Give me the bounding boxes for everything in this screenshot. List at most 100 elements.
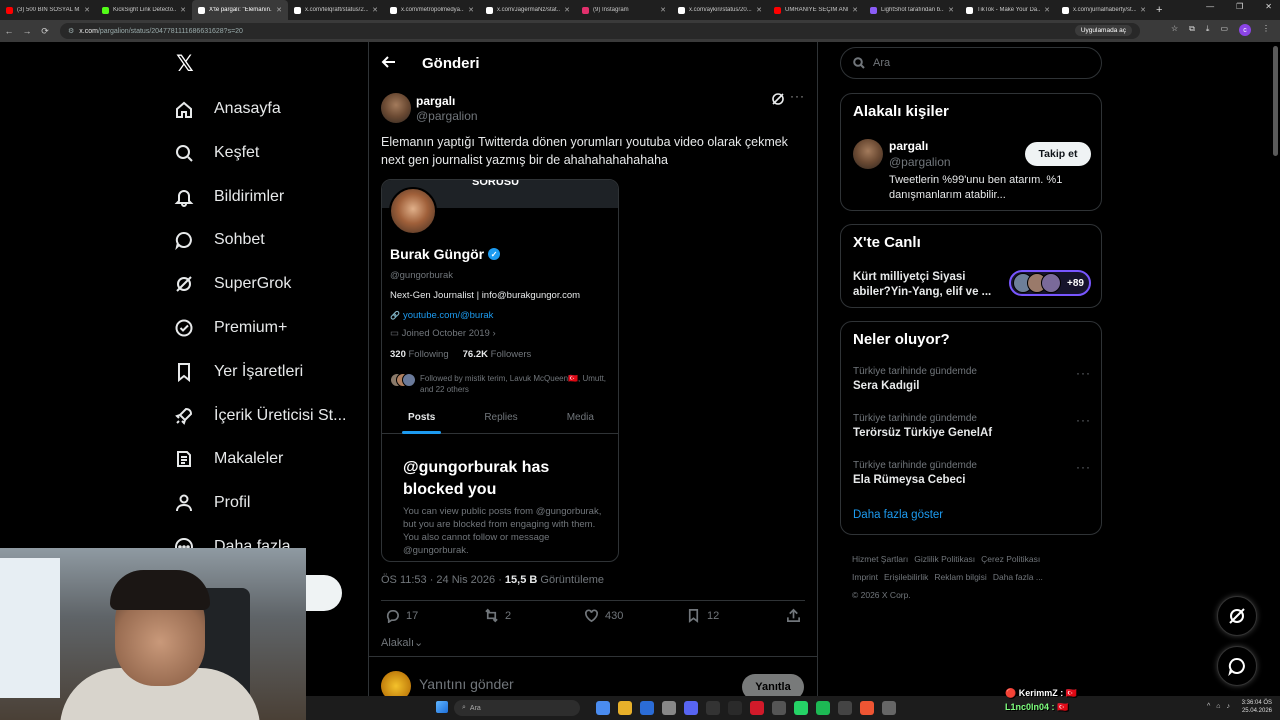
trend-item[interactable]: Türkiye tarihinde gündemde Terörsüz Türki… [853, 413, 1091, 439]
browser-tab[interactable]: x.com/jurnalhaberty/st... ✕ [1056, 0, 1152, 20]
follow-button[interactable]: Takip et [1025, 142, 1091, 166]
browser-tab[interactable]: (9) Instagram ✕ [576, 0, 672, 20]
app-icon[interactable] [706, 701, 720, 715]
footer-link[interactable]: Daha fazla ... [993, 572, 1043, 582]
browser-tab[interactable]: KickSight Link Detecto... ✕ [96, 0, 192, 20]
footer-link[interactable]: Imprint [852, 572, 878, 582]
tab-close-icon[interactable]: ✕ [180, 6, 186, 14]
volume-icon[interactable]: ♪ [1227, 703, 1231, 710]
grok-icon[interactable] [771, 92, 785, 106]
sidebar-item-bell[interactable]: Bildirimler [172, 177, 284, 217]
grok-fab-button[interactable] [1217, 596, 1257, 636]
browser-tab[interactable]: LightShot tarafından b... ✕ [864, 0, 960, 20]
sidebar-item-rocket[interactable]: İçerik Üreticisi St... [172, 396, 346, 436]
profile-avatar[interactable]: c [1239, 24, 1251, 36]
browser-tab[interactable]: X'te pargalı: "Elemanın... ✕ [192, 0, 288, 20]
more-options-icon[interactable]: ··· [1076, 366, 1091, 380]
tab-close-icon[interactable]: ✕ [1140, 6, 1146, 14]
restore-icon[interactable]: ❐ [1236, 2, 1243, 11]
scrollbar[interactable] [1273, 46, 1278, 156]
search-input[interactable]: Ara [840, 47, 1102, 79]
tab-close-icon[interactable]: ✕ [372, 6, 378, 14]
sidebar-item-article[interactable]: Makaleler [172, 439, 283, 479]
browser-tab[interactable]: x.com/telqraft/status/2... ✕ [288, 0, 384, 20]
sidebar-item-person[interactable]: Profil [172, 483, 250, 523]
download-icon[interactable]: ⤓ [1206, 24, 1210, 36]
forward-icon[interactable]: → [18, 26, 36, 36]
reload-icon[interactable]: ⟳ [36, 26, 54, 37]
app-icon[interactable] [618, 701, 632, 715]
like-button[interactable]: 430 [584, 608, 623, 623]
open-in-app-button[interactable]: Uygulamada aç [1074, 25, 1132, 36]
app-icon[interactable] [728, 701, 742, 715]
sort-relevant-dropdown[interactable]: Alakalı⌄ [381, 636, 423, 649]
app-icon[interactable] [860, 701, 874, 715]
repost-button[interactable]: 2 [484, 608, 511, 623]
author-handle[interactable]: @pargalion [416, 109, 478, 123]
windows-start-icon[interactable] [436, 701, 448, 713]
star-icon[interactable]: ☆ [1171, 24, 1178, 36]
browser-menu-icon[interactable]: ⋮ [1262, 24, 1270, 36]
sidebar-item-verified[interactable]: Premium+ [172, 308, 287, 348]
live-space-title[interactable]: Kürt milliyetçi Siyasi abiler?Yin-Yang, … [853, 270, 1003, 300]
trend-item[interactable]: Türkiye tarihinde gündemde Sera Kadıgil ··… [853, 366, 1091, 392]
more-options-icon[interactable]: ··· [790, 90, 804, 106]
footer-link[interactable]: Gizlilik Politikası [914, 554, 975, 564]
close-icon[interactable]: ✕ [1265, 2, 1272, 11]
chevron-up-icon[interactable]: ^ [1207, 703, 1210, 710]
related-name[interactable]: pargalı [889, 139, 928, 153]
tab-close-icon[interactable]: ✕ [276, 6, 282, 14]
back-icon[interactable]: ← [0, 26, 18, 36]
show-more-link[interactable]: Daha fazla göster [853, 509, 943, 521]
tab-close-icon[interactable]: ✕ [468, 6, 474, 14]
clock[interactable]: 3:36:04 ÖS 25.04.2026 [1242, 699, 1272, 715]
author-name[interactable]: pargalı [416, 94, 455, 108]
author-avatar[interactable] [381, 93, 411, 123]
sidebar-item-home[interactable]: Anasayfa [172, 89, 281, 129]
tab-close-icon[interactable]: ✕ [756, 6, 762, 14]
share-button[interactable] [786, 608, 801, 623]
footer-link[interactable]: Hizmet Şartları [852, 554, 908, 564]
app-icon[interactable] [640, 701, 654, 715]
url-field[interactable]: ⚙ x.com/pargalion/status/204778111168663… [60, 23, 1140, 39]
trend-item[interactable]: Türkiye tarihinde gündemde Ela Rümeysa Ce… [853, 460, 1091, 486]
x-logo-icon[interactable]: 𝕏 [176, 52, 194, 77]
new-tab-button[interactable]: + [1156, 4, 1162, 16]
related-avatar[interactable] [853, 139, 883, 169]
more-options-icon[interactable]: ··· [1076, 413, 1091, 427]
minimize-icon[interactable]: — [1206, 2, 1214, 11]
sidebar-item-search[interactable]: Keşfet [172, 133, 259, 173]
footer-link[interactable]: Reklam bilgisi [934, 572, 986, 582]
app-icon[interactable] [838, 701, 852, 715]
tab-close-icon[interactable]: ✕ [564, 6, 570, 14]
browser-tab[interactable]: TikTok - Make Your Da... ✕ [960, 0, 1056, 20]
sidebar-item-grok[interactable]: SuperGrok [172, 264, 291, 304]
embedded-image[interactable]: SORUSU Burak Güngör ✓ @gungorburak Next-… [381, 179, 619, 562]
app-icon[interactable] [772, 701, 786, 715]
footer-link[interactable]: Çerez Politikası [981, 554, 1040, 564]
browser-tab[interactable]: x.com/JagermaNz/stat... ✕ [480, 0, 576, 20]
browser-tab[interactable]: (3) 500 BİN SOSYAL M... ✕ [0, 0, 96, 20]
reply-input[interactable]: Yanıtını gönder [419, 676, 514, 692]
tab-close-icon[interactable]: ✕ [1044, 6, 1050, 14]
sidebar-item-bookmark[interactable]: Yer İşaretleri [172, 352, 303, 392]
taskbar-search[interactable]: ⌕ Ara [454, 700, 580, 716]
sidebar-item-chat[interactable]: Sohbet [172, 220, 265, 260]
browser-tab[interactable]: ÜMRANİYE SEÇİM ANK... ✕ [768, 0, 864, 20]
tab-close-icon[interactable]: ✕ [852, 6, 858, 14]
browser-tab[interactable]: x.com/metropolmedya... ✕ [384, 0, 480, 20]
app-icon[interactable] [662, 701, 676, 715]
app-icon[interactable] [684, 701, 698, 715]
footer-link[interactable]: Erişilebilirlik [884, 572, 928, 582]
sidebar-icon[interactable]: ▭ [1220, 24, 1228, 36]
app-icon[interactable] [596, 701, 610, 715]
app-icon[interactable] [794, 701, 808, 715]
app-icon[interactable] [816, 701, 830, 715]
tab-close-icon[interactable]: ✕ [84, 6, 90, 14]
tab-close-icon[interactable]: ✕ [660, 6, 666, 14]
app-icon[interactable] [750, 701, 764, 715]
reply-button[interactable]: 17 [385, 608, 418, 623]
back-arrow-icon[interactable] [381, 54, 397, 70]
app-icon[interactable] [882, 701, 896, 715]
network-icon[interactable]: ⌂ [1216, 703, 1220, 710]
